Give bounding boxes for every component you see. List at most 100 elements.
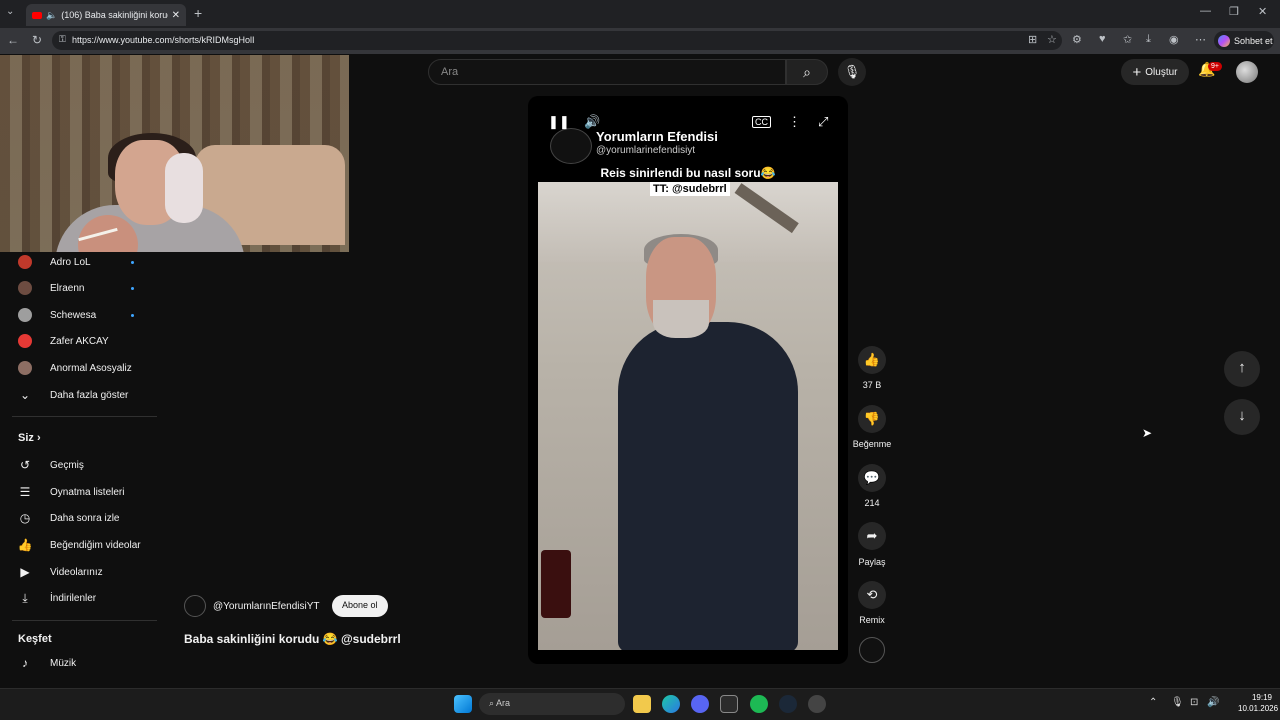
volume-icon[interactable]: 🔊 — [584, 114, 600, 130]
clock-date: 10.01.2026 — [1238, 704, 1279, 713]
edge-browser-icon[interactable] — [662, 695, 680, 713]
sidebar-item-anormal-asosyaliz[interactable]: Anormal Asosyaliz — [0, 355, 160, 381]
video-caption: Reis sinirlendi bu nasıl soru😂 — [600, 166, 776, 180]
spotify-icon[interactable] — [750, 695, 768, 713]
clock-time: 19:19 — [1251, 693, 1272, 702]
copilot-chat-button[interactable]: Sohbet et — [1214, 31, 1274, 50]
network-icon[interactable]: ⊡ — [1190, 697, 1198, 708]
arrow-down-icon: ↓ — [1238, 407, 1246, 424]
tray-overflow-icon[interactable]: ⌃ — [1149, 697, 1157, 708]
show-more-button[interactable]: ⌄ Daha fazla göster — [0, 382, 160, 408]
speaker-icon[interactable]: 🔈 — [46, 10, 57, 21]
channel-avatar[interactable] — [184, 595, 206, 617]
channel-logo — [550, 128, 592, 164]
audio-source-avatar[interactable] — [859, 637, 885, 663]
sidebar-item-liked-videos[interactable]: 👍 Beğendiğim videolar — [0, 532, 160, 558]
browser-essentials-icon[interactable]: ♥ — [1099, 33, 1106, 45]
thumbs-up-icon: 👍 — [17, 538, 33, 552]
extensions-icon[interactable]: ⚙ — [1072, 33, 1082, 46]
sidebar-item-music[interactable]: ♪ Müzik — [0, 650, 160, 676]
download-icon: ⤓ — [22, 590, 28, 605]
favorite-star-icon[interactable]: ☆ — [1047, 33, 1057, 46]
more-menu-icon[interactable]: ⋯ — [1195, 33, 1206, 46]
close-window-icon[interactable]: ✕ — [1258, 5, 1267, 18]
sidebar-item-elraenn[interactable]: Elraenn — [0, 275, 160, 301]
steam-icon[interactable] — [779, 695, 797, 713]
copilot-icon — [1218, 34, 1230, 47]
new-content-dot — [131, 313, 134, 317]
sidebar-item-adro-lol[interactable]: Adro LoL — [0, 249, 160, 275]
sidebar-item-label: Anormal Asosyaliz — [50, 362, 132, 374]
shorts-player[interactable]: Yorumların Efendisi @yorumlarinefendisiy… — [528, 96, 848, 664]
channel-avatar — [18, 255, 32, 269]
mouse-cursor-icon: ➤ — [1142, 426, 1153, 440]
taskbar-search-input[interactable]: ⌕ Ara — [479, 693, 625, 715]
sidebar-item-label: Beğendiğim videolar — [50, 539, 141, 551]
share-label: Paylaş — [858, 557, 886, 567]
video-frame[interactable] — [538, 182, 838, 650]
sidebar-item-playlists[interactable]: ☰ Oynatma listeleri — [0, 479, 160, 505]
explore-heading: Keşfet — [18, 633, 52, 645]
url-field[interactable]: ⚿ https://www.youtube.com/shorts/kRIDMsg… — [52, 31, 1062, 50]
app-available-icon[interactable]: ⊞ — [1028, 33, 1037, 46]
channel-avatar — [18, 334, 32, 348]
reload-icon[interactable]: ↻ — [32, 33, 42, 47]
comment-count: 214 — [864, 498, 880, 508]
sidebar-item-label: Schewesa — [50, 309, 97, 321]
video-caption-credit: TT: @sudebrrl — [650, 182, 730, 196]
discord-icon[interactable] — [691, 695, 709, 713]
clock[interactable]: 19:19 10.01.2026 — [1238, 692, 1279, 714]
dislike-button[interactable]: 👎 — [858, 405, 886, 433]
captions-icon[interactable]: CC — [752, 116, 771, 128]
create-button[interactable]: + Oluştur — [1121, 59, 1189, 85]
channel-handle-link[interactable]: @YorumlarınEfendisiYT — [213, 601, 320, 612]
restore-icon[interactable]: ❐ — [1229, 5, 1239, 18]
favorites-icon[interactable]: ✩ — [1123, 33, 1132, 46]
share-button[interactable]: ➦ — [858, 522, 886, 550]
show-more-label: Daha fazla göster — [50, 389, 129, 401]
sidebar-item-history[interactable]: ↺ Geçmiş — [0, 452, 160, 478]
like-button[interactable]: 👍 — [858, 346, 886, 374]
chat-label: Sohbet et — [1234, 35, 1273, 46]
subscribe-button[interactable]: Abone ol — [332, 595, 388, 617]
remix-icon: ⟲ — [866, 587, 878, 602]
sidebar-item-zafer-akcay[interactable]: Zafer AKCAY — [0, 328, 160, 354]
file-explorer-icon[interactable] — [633, 695, 651, 713]
search-icon[interactable]: ⌕ — [786, 59, 828, 85]
profile-icon[interactable]: ◉ — [1169, 33, 1179, 46]
new-content-dot — [131, 286, 134, 290]
store-icon[interactable] — [720, 695, 738, 713]
next-short-button[interactable]: ↓ — [1224, 399, 1260, 435]
sidebar-item-your-videos[interactable]: ▶ Videolarınız — [0, 559, 160, 585]
chevron-down-icon: ⌄ — [19, 388, 31, 402]
pause-icon[interactable]: ❚❚ — [548, 114, 570, 130]
fullscreen-icon[interactable]: ⤢ — [818, 114, 828, 130]
search-input[interactable]: Ara — [428, 59, 786, 85]
microphone-icon[interactable]: 🎙 — [838, 58, 866, 86]
previous-short-button[interactable]: ↑ — [1224, 351, 1260, 387]
sidebar-item-label: Zafer AKCAY — [50, 335, 109, 347]
tab-menu-icon[interactable]: ⌄ — [6, 6, 14, 17]
account-avatar[interactable] — [1236, 61, 1258, 83]
close-tab-icon[interactable]: ✕ — [172, 10, 180, 21]
sidebar-item-downloads[interactable]: ⤓ İndirilenler — [0, 585, 160, 611]
new-tab-icon[interactable]: + — [194, 5, 202, 21]
comments-button[interactable]: 💬 — [858, 464, 886, 492]
remix-button[interactable]: ⟲ — [858, 581, 886, 609]
sidebar-item-label: Videolarınız — [50, 566, 103, 578]
start-windows-icon[interactable] — [454, 695, 472, 713]
microphone-tray-icon[interactable]: 🎙 — [1171, 697, 1184, 708]
sidebar-item-watch-later[interactable]: ◷ Daha sonra izle — [0, 505, 160, 531]
downloads-icon[interactable]: ⤓ — [1146, 33, 1151, 46]
sidebar-item-schewesa[interactable]: Schewesa — [0, 302, 160, 328]
volume-tray-icon[interactable]: 🔊 — [1207, 697, 1219, 708]
browser-tab[interactable]: 🔈 (106) Baba sakinliğini korudu 😂 @sudeb… — [26, 4, 186, 26]
minimize-icon[interactable]: — — [1200, 5, 1211, 17]
site-info-icon[interactable]: ⚿ — [59, 34, 66, 45]
app-icon[interactable] — [808, 695, 826, 713]
notification-badge: 9+ — [1208, 62, 1222, 71]
you-section-heading[interactable]: Siz › — [18, 432, 41, 444]
sidebar-item-label: Elraenn — [50, 282, 85, 294]
more-options-icon[interactable]: ⋮ — [788, 114, 801, 130]
back-icon[interactable]: ← — [7, 33, 19, 47]
